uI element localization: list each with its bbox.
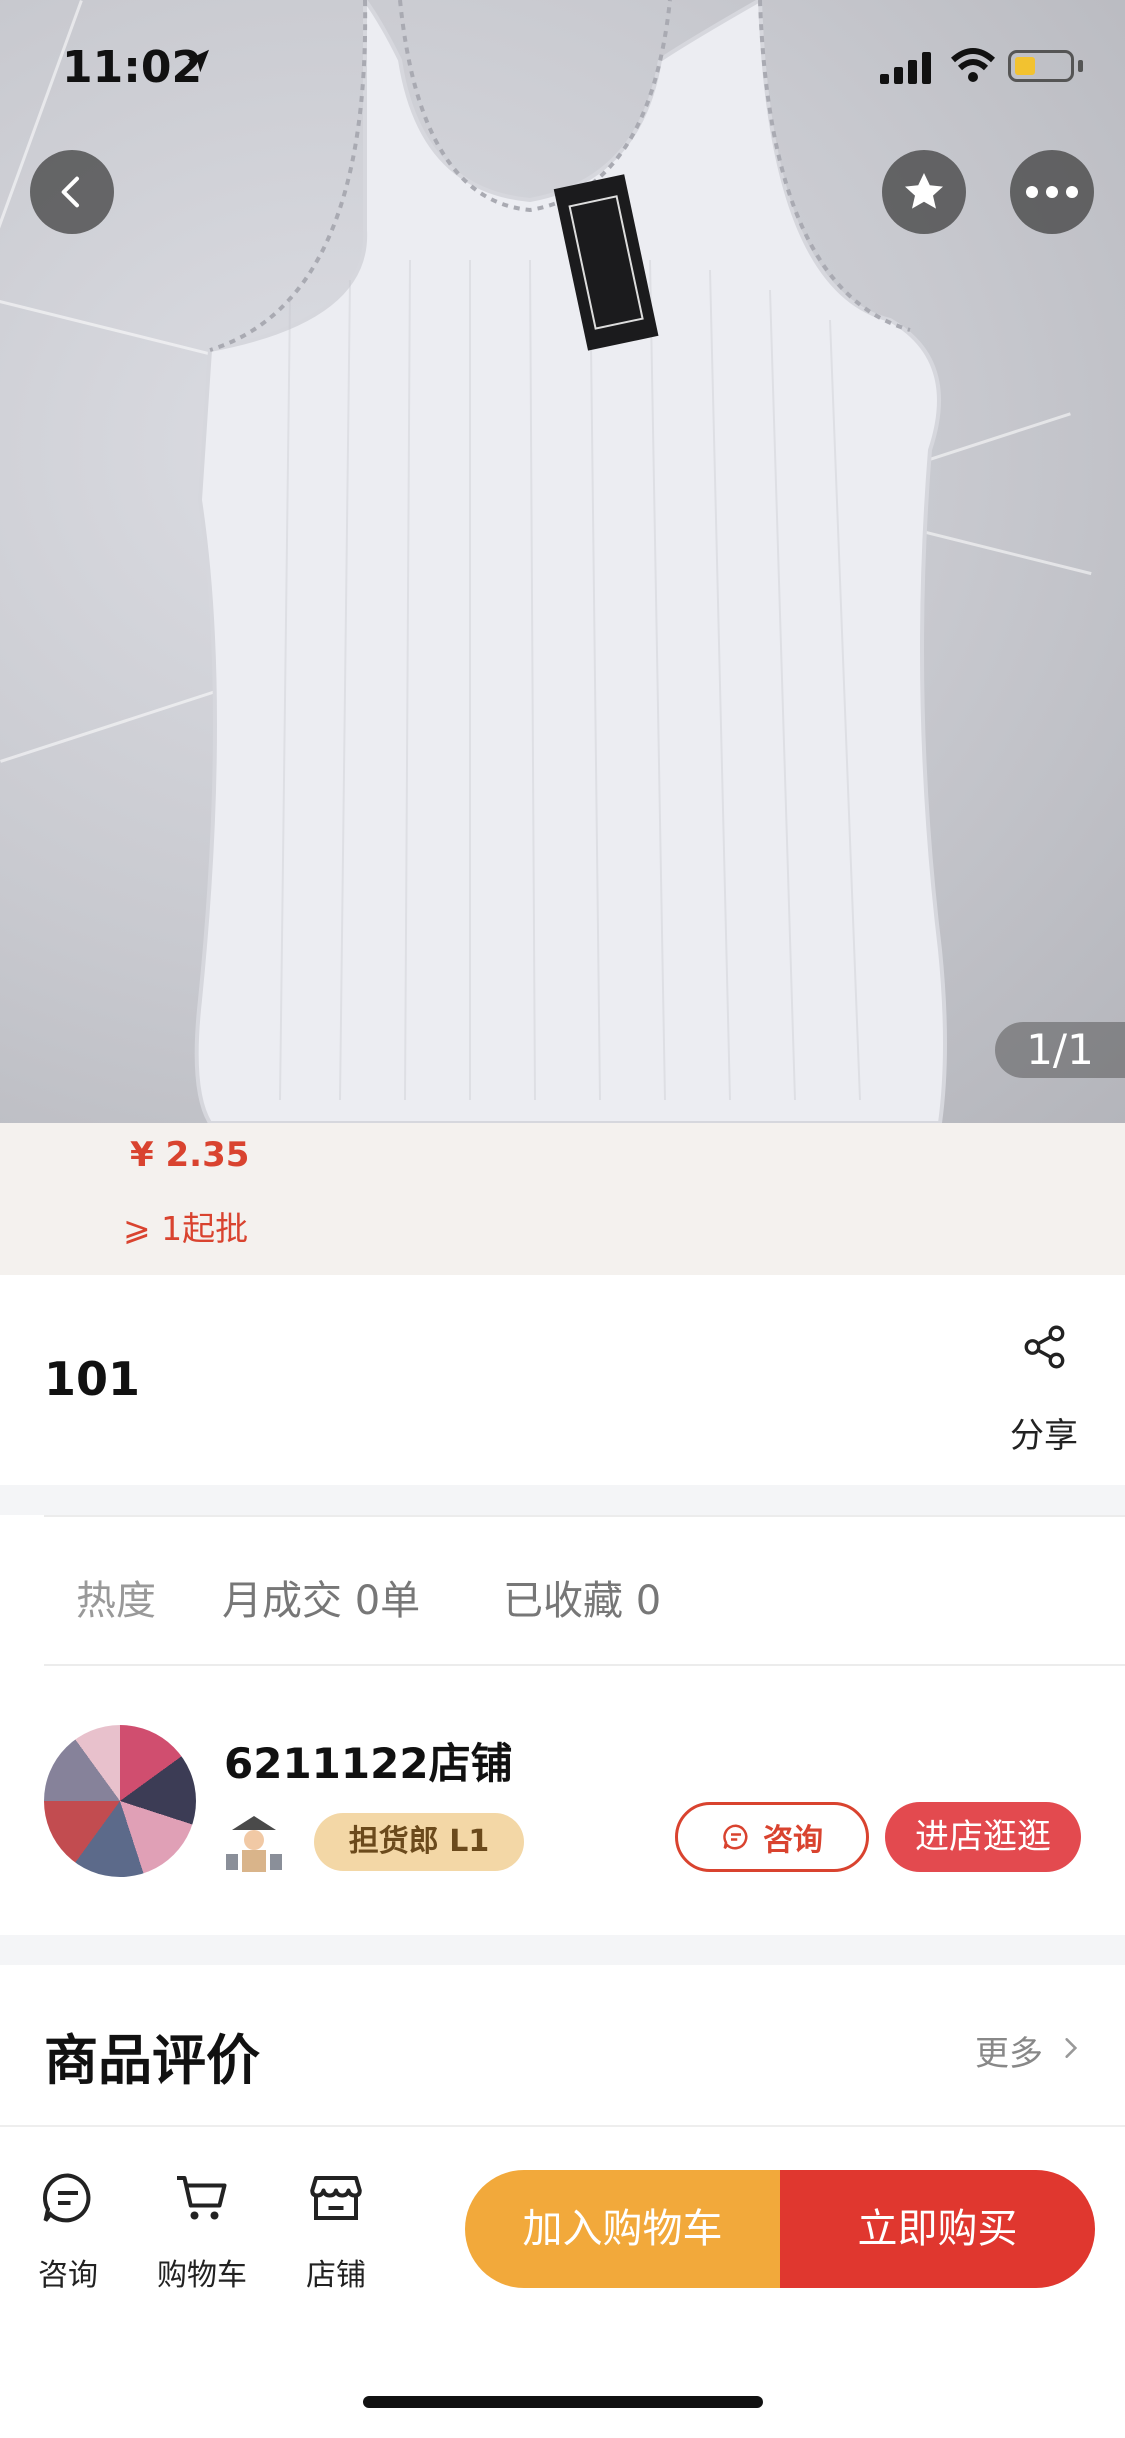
buy-now-button[interactable]: 立即购买 — [780, 2170, 1095, 2288]
share-icon[interactable] — [1020, 1322, 1070, 1372]
divider — [44, 1664, 1125, 1666]
merchant-level-badge: 担货郎 L1 — [314, 1813, 524, 1871]
shop-consult-label: 咨询 — [763, 1823, 823, 1858]
minimum-order: ⩾ 1起批 — [123, 1209, 249, 1248]
product-price: ¥ 2.35 — [130, 1135, 250, 1175]
product-title: 101 — [44, 1352, 141, 1406]
wifi-icon — [950, 48, 996, 82]
enter-shop-button[interactable]: 进店逛逛 — [885, 1802, 1081, 1872]
monthly-deals: 月成交 0单 — [222, 1578, 421, 1624]
tab-cart[interactable]: 购物车 — [157, 2250, 247, 2294]
reviews-more-link[interactable]: 更多 — [975, 2026, 1043, 2075]
add-to-cart-button[interactable]: 加入购物车 — [465, 2170, 780, 2288]
favorite-button[interactable] — [882, 150, 966, 234]
shop-name[interactable]: 6211122店铺 — [224, 1730, 513, 1791]
chevron-right-icon[interactable] — [1058, 2031, 1084, 2065]
star-icon — [905, 173, 943, 209]
more-dots-icon — [1026, 186, 1078, 198]
section-gap — [0, 1935, 1125, 1965]
image-counter: 1/1 — [995, 1022, 1125, 1078]
back-button[interactable] — [30, 150, 114, 234]
battery-nub — [1078, 60, 1083, 72]
heat-label: 热度 — [76, 1578, 156, 1624]
chevron-left-icon — [61, 176, 79, 208]
cart-icon[interactable] — [170, 2168, 234, 2228]
chat-icon[interactable] — [38, 2168, 98, 2228]
share-label[interactable]: 分享 — [1010, 1408, 1078, 1457]
more-options-button[interactable] — [1010, 150, 1094, 234]
location-arrow-icon — [187, 49, 209, 73]
tab-store[interactable]: 店铺 — [306, 2250, 366, 2294]
status-bar: 11:02 — [0, 0, 1125, 135]
cellular-signal-icon — [880, 52, 931, 84]
divider — [44, 1515, 1125, 1517]
merchant-peddler-icon — [226, 1816, 282, 1872]
shop-consult-button[interactable]: 咨询 — [675, 1802, 869, 1872]
section-gap — [0, 1485, 1125, 1515]
tank-top-photo — [194, 0, 947, 1123]
store-icon[interactable] — [306, 2168, 366, 2228]
home-indicator[interactable] — [363, 2396, 763, 2408]
battery-icon — [1008, 50, 1074, 82]
tab-consult[interactable]: 咨询 — [38, 2250, 98, 2294]
shop-avatar[interactable] — [44, 1725, 196, 1877]
chat-icon — [723, 1824, 748, 1850]
favorite-count: 已收藏 0 — [503, 1578, 662, 1624]
reviews-title: 商品评价 — [44, 2029, 260, 2092]
status-time: 11:02 — [62, 42, 203, 93]
product-title-row — [0, 1275, 1125, 1485]
